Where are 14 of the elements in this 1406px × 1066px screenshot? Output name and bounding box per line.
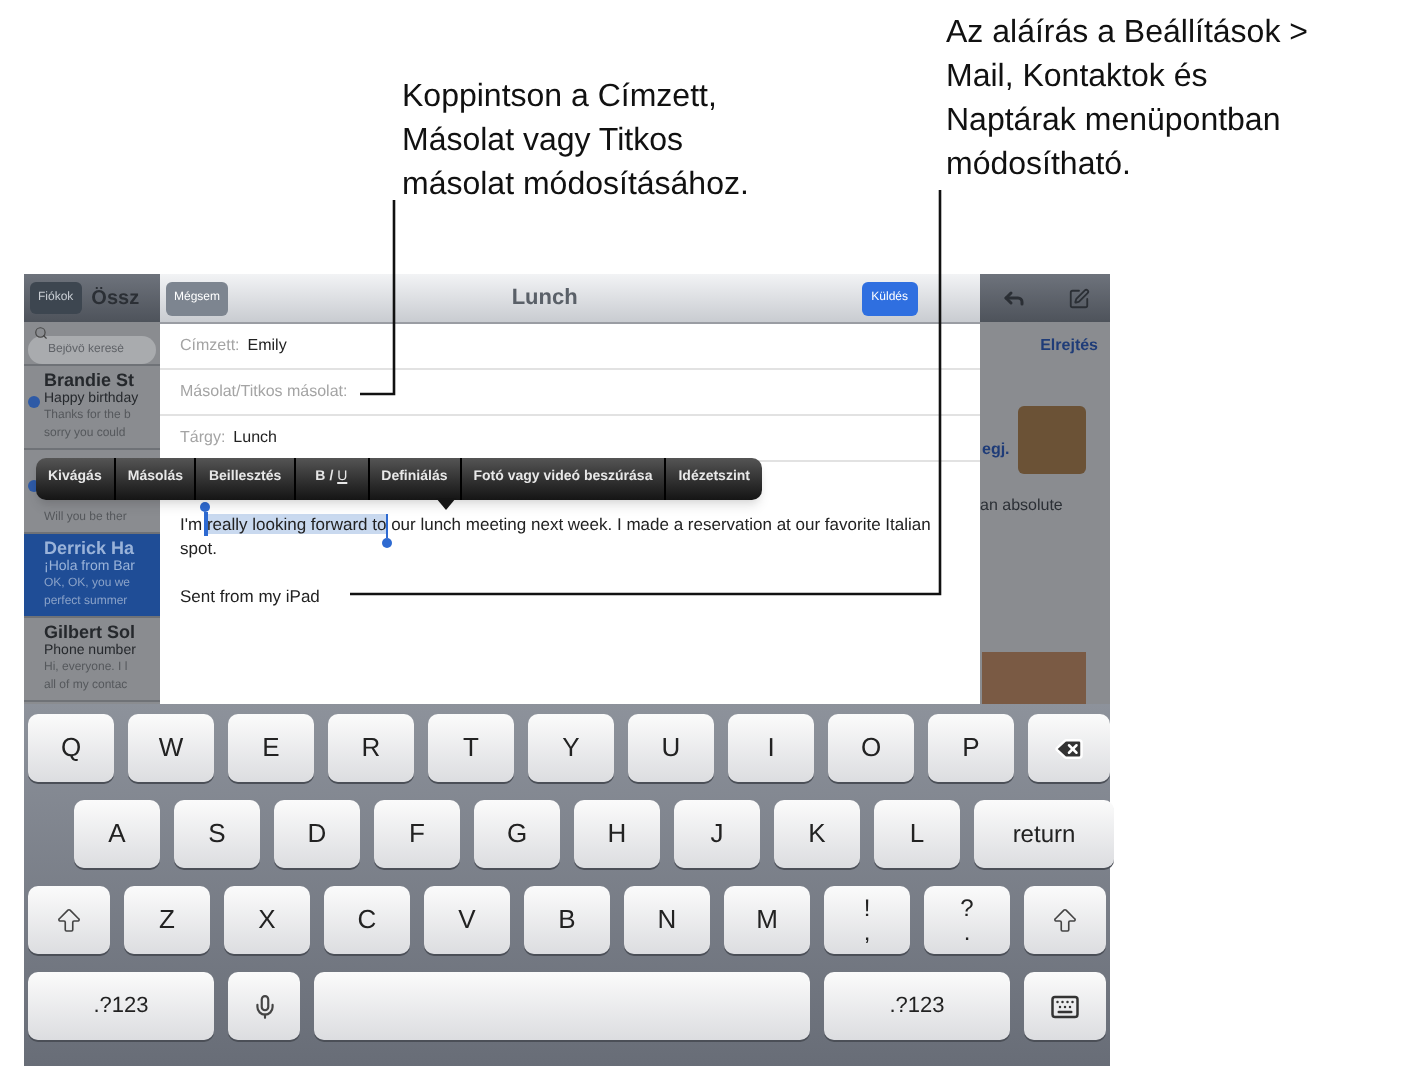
message-sender: Brandie St [44, 372, 137, 390]
field-value: Lunch [233, 426, 277, 450]
message-text: an absolute [980, 494, 1065, 518]
message-sender: Gilbert Sol [44, 624, 138, 642]
callout-text: Koppintson a Címzett, Másolat vagy Titkos másolat módosításához. [402, 78, 749, 206]
compose-title: Lunch [511, 283, 578, 314]
list-title: Össz [91, 285, 140, 313]
field-label: Tárgy: [180, 426, 226, 450]
message-sender: Derrick Ha [44, 540, 137, 558]
signature: Sent from my iPad [180, 584, 322, 608]
field-label: Másolat/Titkos másolat: [180, 380, 348, 404]
field-label: Címzett: [180, 334, 240, 358]
callout-text: Az aláírás a Beállítások > Mail, Kontaktok és Naptárak menüpontban módosítható. [946, 14, 1308, 186]
field-value: Emily [247, 334, 287, 358]
